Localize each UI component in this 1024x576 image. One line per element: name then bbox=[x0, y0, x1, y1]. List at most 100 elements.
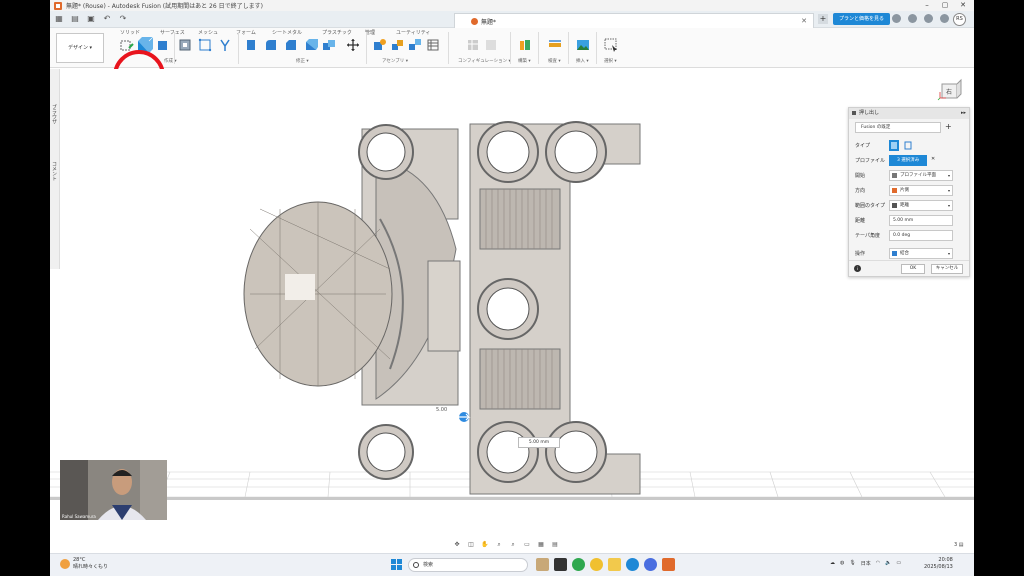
tab-utilities[interactable]: ユーティリティ bbox=[396, 29, 430, 36]
distance-input-box[interactable]: 5.00 mm bbox=[518, 437, 560, 448]
onedrive-icon[interactable]: ☁ bbox=[830, 560, 835, 567]
fillet-icon[interactable] bbox=[264, 38, 278, 52]
dialog-header[interactable]: 押し出し ▸▸ bbox=[849, 108, 969, 119]
user-avatar[interactable]: RS bbox=[953, 13, 966, 26]
app-tray-icon[interactable]: ◍ bbox=[840, 560, 844, 567]
shell-icon[interactable] bbox=[304, 38, 318, 52]
assemble-menu[interactable]: アセンブリ ▾ bbox=[382, 58, 408, 64]
modify-menu[interactable]: 修正 ▾ bbox=[296, 58, 309, 64]
file-icon[interactable]: ▤ bbox=[70, 14, 80, 24]
solid-type-icon[interactable] bbox=[889, 140, 899, 151]
revolve-icon[interactable] bbox=[156, 38, 170, 52]
start-dropdown[interactable]: プロファイル平面 ▾ bbox=[889, 170, 953, 181]
battery-icon[interactable]: ▭ bbox=[896, 560, 901, 567]
zoom-icon[interactable]: ⌕ bbox=[494, 540, 504, 549]
volume-icon[interactable]: 🔈 bbox=[885, 560, 891, 567]
display-settings-icon[interactable]: ▭ bbox=[522, 540, 532, 549]
workspace-design-button[interactable]: デザイン ▾ bbox=[56, 33, 104, 63]
pin-icon[interactable] bbox=[852, 111, 856, 115]
combine-icon[interactable] bbox=[322, 38, 336, 52]
orbit-icon[interactable]: ✥ bbox=[452, 540, 462, 549]
close-icon[interactable]: ✕ bbox=[954, 0, 972, 11]
undo-icon[interactable]: ↶ bbox=[102, 14, 112, 24]
clear-selection-icon[interactable]: ✕ bbox=[931, 156, 935, 162]
inspect-menu[interactable]: 検査 ▾ bbox=[548, 58, 561, 64]
mesh-tool-icon[interactable] bbox=[198, 38, 212, 52]
3d-viewport[interactable] bbox=[50, 69, 974, 539]
operation-dropdown[interactable]: 結合 ▾ bbox=[889, 248, 953, 259]
minimize-icon[interactable]: – bbox=[918, 0, 936, 11]
move-icon[interactable] bbox=[346, 38, 360, 52]
fit-icon[interactable]: ⌕ bbox=[508, 540, 518, 549]
zoom-app-icon[interactable] bbox=[644, 558, 657, 571]
add-tab-button[interactable]: + bbox=[818, 14, 828, 24]
taskbar-search[interactable]: 検索 bbox=[408, 558, 528, 572]
clock[interactable]: 20:08 2025/08/13 bbox=[924, 557, 953, 571]
select-menu[interactable]: 選択 ▾ bbox=[604, 58, 617, 64]
fusion-taskbar-icon[interactable] bbox=[662, 558, 675, 571]
configure-icon[interactable] bbox=[466, 38, 480, 52]
ok-button[interactable]: OK bbox=[901, 264, 925, 274]
edge-icon[interactable] bbox=[626, 558, 639, 571]
offset-plane-icon[interactable] bbox=[518, 38, 532, 52]
preset-select[interactable]: Fusion の既定 bbox=[855, 122, 941, 133]
configure-menu[interactable]: コンフィギュレーション ▾ bbox=[458, 58, 511, 64]
language-indicator[interactable]: 日本 bbox=[861, 560, 871, 567]
chamfer-icon[interactable] bbox=[284, 38, 298, 52]
insert-menu[interactable]: 挿入 ▾ bbox=[576, 58, 589, 64]
view-cube[interactable]: 右 bbox=[937, 76, 963, 102]
form-tool-icon[interactable] bbox=[218, 38, 232, 52]
tab-mesh[interactable]: メッシュ bbox=[198, 29, 218, 36]
job-status-icon[interactable] bbox=[908, 14, 917, 23]
help-icon[interactable] bbox=[940, 14, 949, 23]
cancel-button[interactable]: キャンセル bbox=[931, 264, 963, 274]
thin-type-icon[interactable] bbox=[903, 140, 913, 151]
line-app-icon[interactable] bbox=[572, 558, 585, 571]
close-tab-icon[interactable]: ✕ bbox=[801, 17, 807, 25]
task-view-icon[interactable] bbox=[536, 558, 549, 571]
bom-icon[interactable] bbox=[426, 38, 440, 52]
maximize-icon[interactable]: ▢ bbox=[936, 0, 954, 11]
taper-angle-input[interactable]: 0.0 deg bbox=[889, 230, 953, 241]
as-built-joint-icon[interactable] bbox=[408, 38, 422, 52]
notifications-icon[interactable] bbox=[924, 14, 933, 23]
tab-surface[interactable]: サーフェス bbox=[160, 29, 185, 36]
new-component-icon[interactable] bbox=[372, 38, 386, 52]
look-at-icon[interactable]: ◫ bbox=[466, 540, 476, 549]
add-preset-button[interactable]: + bbox=[945, 122, 952, 132]
grid-settings-icon[interactable]: ▦ bbox=[536, 540, 546, 549]
grid-menu-icon[interactable]: ▦ bbox=[54, 14, 64, 24]
plan-pricing-button[interactable]: プランと価格を見る bbox=[833, 13, 891, 25]
measure-icon[interactable] bbox=[548, 38, 562, 52]
direction-dropdown[interactable]: 片側 ▾ bbox=[889, 185, 953, 196]
select-icon[interactable] bbox=[604, 38, 618, 52]
document-tab[interactable]: 無題* ✕ bbox=[454, 13, 814, 28]
microphone-icon[interactable]: 🎙 bbox=[849, 560, 855, 567]
wifi-icon[interactable]: ◠ bbox=[876, 560, 880, 567]
chrome-icon[interactable] bbox=[590, 558, 603, 571]
redo-icon[interactable]: ↷ bbox=[118, 14, 128, 24]
expand-icon[interactable]: ▸▸ bbox=[961, 108, 966, 119]
comments-tab[interactable]: コメント bbox=[51, 161, 58, 181]
tab-plastic[interactable]: プラスチック bbox=[322, 29, 352, 36]
extensions-icon[interactable] bbox=[892, 14, 901, 23]
distance-input[interactable]: 5.00 mm bbox=[889, 215, 953, 226]
windows-start-icon[interactable] bbox=[391, 559, 402, 570]
configure-table-icon[interactable] bbox=[484, 38, 498, 52]
viewports-icon[interactable]: ▤ bbox=[550, 540, 560, 549]
save-icon[interactable]: ▣ bbox=[86, 14, 96, 24]
file-explorer-icon[interactable] bbox=[608, 558, 621, 571]
joint-icon[interactable] bbox=[390, 38, 404, 52]
app-icon-1[interactable] bbox=[554, 558, 567, 571]
weather-widget[interactable]: 28°C 晴れ時々くもり bbox=[60, 557, 108, 571]
construct-menu[interactable]: 構築 ▾ bbox=[518, 58, 531, 64]
browser-tab[interactable]: ブラウザ bbox=[51, 104, 58, 124]
tab-solid[interactable]: ソリッド bbox=[120, 29, 140, 36]
pan-icon[interactable]: ✋ bbox=[480, 540, 490, 549]
press-pull-icon[interactable] bbox=[244, 38, 258, 52]
tab-sheet-metal[interactable]: シートメタル bbox=[272, 29, 302, 36]
info-icon[interactable]: i bbox=[854, 265, 861, 272]
profile-selection-chip[interactable]: 3 選択済み bbox=[889, 155, 927, 166]
surface-tool-icon[interactable] bbox=[178, 38, 192, 52]
insert-image-icon[interactable] bbox=[576, 38, 590, 52]
